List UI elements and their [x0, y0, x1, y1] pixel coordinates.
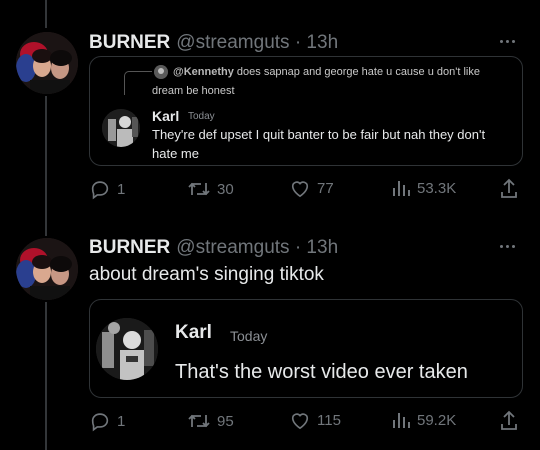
share-button[interactable] [499, 410, 519, 432]
message-time: Today [230, 328, 268, 344]
tweet-header: BURNER @streamguts · 13h [89, 237, 338, 259]
message-author[interactable]: Karl [175, 322, 212, 344]
more-icon[interactable] [500, 241, 520, 251]
quoted-message-card[interactable]: Karl Today That's the worst video ever t… [89, 299, 523, 398]
retweet-button[interactable]: 95 [187, 410, 234, 432]
views-count: 59.2K [417, 411, 457, 429]
views-icon [393, 413, 410, 428]
retweet-count: 95 [217, 412, 234, 430]
share-icon [501, 410, 517, 430]
author-avatar[interactable] [16, 238, 78, 300]
retweet-icon [188, 414, 210, 428]
views-button[interactable]: 59.2K [391, 410, 456, 430]
author-handle-time[interactable]: @streamguts · 13h [176, 237, 338, 259]
tweet-actions: 1 95 115 59.2K [89, 410, 523, 434]
reply-button[interactable]: 1 [89, 410, 125, 432]
like-count: 115 [317, 411, 341, 429]
author-name[interactable]: BURNER [89, 237, 170, 259]
reply-icon [91, 413, 109, 432]
tweet-2[interactable]: BURNER @streamguts · 13h about dream's s… [0, 0, 540, 450]
karl-avatar [96, 318, 158, 380]
reply-count: 1 [117, 412, 126, 430]
message-line-1: That's the worst video ever taken [175, 361, 468, 383]
like-icon [291, 413, 309, 430]
like-button[interactable]: 115 [289, 410, 341, 430]
tweet-text: about dream's singing tiktok [89, 264, 324, 285]
